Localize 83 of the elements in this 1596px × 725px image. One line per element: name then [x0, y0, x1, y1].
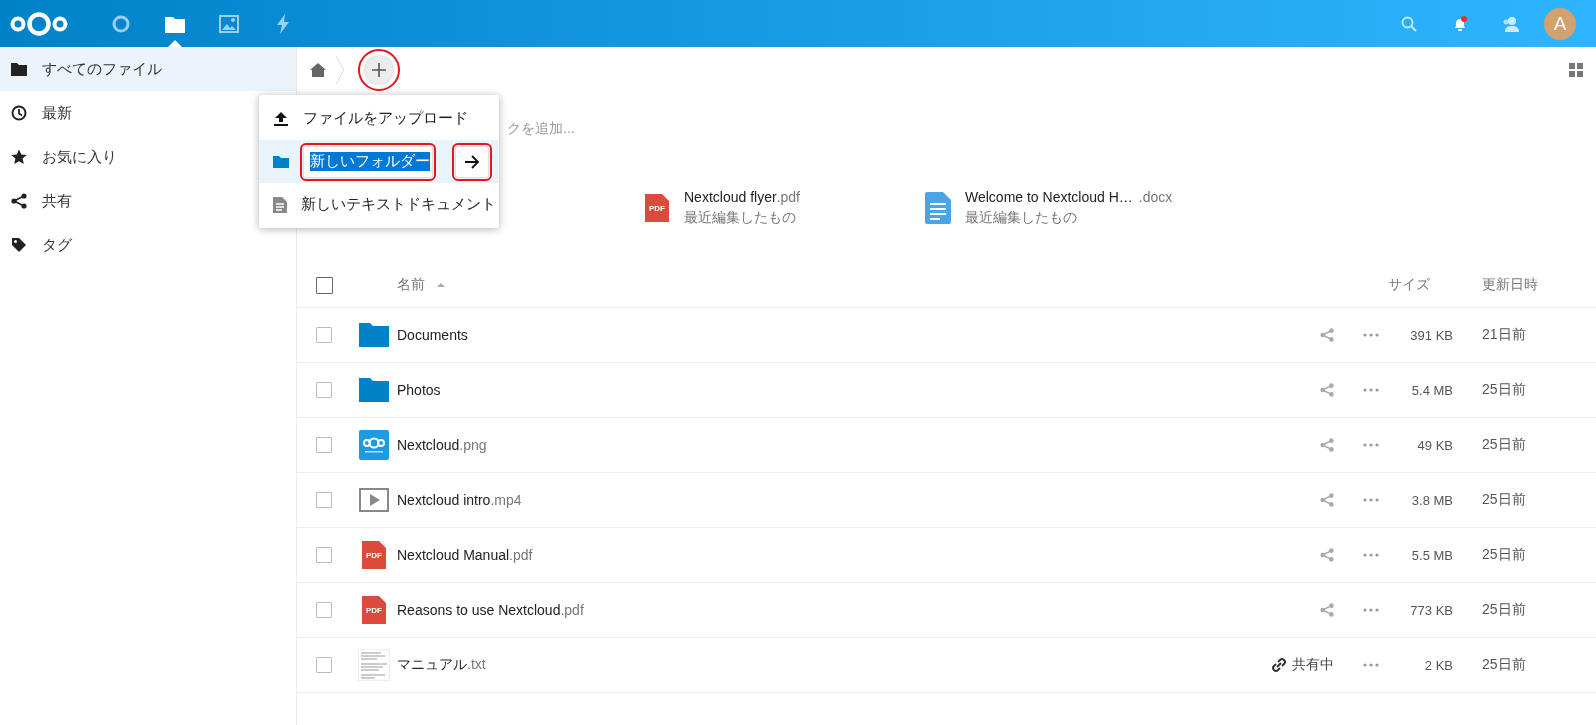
lightning-icon[interactable] — [276, 13, 290, 34]
modified-date: 21日前 — [1482, 326, 1527, 344]
folder-icon — [273, 155, 289, 168]
folder-icon — [359, 323, 389, 347]
search-icon[interactable] — [1400, 15, 1417, 32]
row-checkbox[interactable] — [316, 437, 332, 453]
circle-icon[interactable] — [111, 13, 131, 34]
clock-icon — [11, 105, 27, 121]
chevron-icon — [335, 55, 345, 85]
folder-icon[interactable] — [165, 14, 185, 33]
file-size: 391 KB — [1410, 327, 1454, 343]
modified-date: 25日前 — [1482, 381, 1527, 399]
sidebar-item[interactable]: すべてのファイル — [0, 47, 296, 91]
column-header[interactable]: 名前 — [397, 276, 425, 294]
pdf-file-icon: PDF — [362, 541, 386, 569]
file-name[interactable]: Nextcloud.png — [397, 437, 1257, 453]
grid-view-icon[interactable] — [1569, 63, 1583, 77]
row-checkbox[interactable] — [316, 602, 332, 618]
more-icon[interactable] — [1363, 498, 1379, 502]
file-name[interactable]: Nextcloud intro.mp4 — [397, 492, 1257, 508]
file-name[interactable]: マニュアル.txt — [397, 656, 1257, 674]
more-icon[interactable] — [1363, 663, 1379, 667]
row-checkbox[interactable] — [316, 657, 332, 673]
star-icon — [11, 149, 27, 165]
text-thumbnail-icon — [358, 649, 390, 681]
folder-icon — [359, 378, 389, 402]
image-thumbnail-icon — [359, 430, 389, 460]
file-name[interactable]: Photos — [397, 382, 1257, 398]
pdf-file-icon: PDF — [645, 193, 669, 222]
shared-label[interactable]: 共有中 — [1292, 656, 1334, 674]
logo-icon[interactable] — [10, 9, 68, 38]
row-checkbox[interactable] — [316, 492, 332, 508]
row-checkbox[interactable] — [316, 382, 332, 398]
recent-subtitle: 最近編集したもの — [965, 208, 1078, 227]
modified-date: 25日前 — [1482, 656, 1527, 674]
more-icon[interactable] — [1363, 608, 1379, 612]
file-name[interactable]: Welcome to Nextcloud H… .docx — [965, 188, 1173, 205]
file-size: 5.4 MB — [1411, 382, 1454, 398]
file-name[interactable]: Reasons to use Nextcloud.pdf — [397, 602, 1257, 618]
modified-date: 25日前 — [1482, 491, 1527, 509]
row-checkbox[interactable] — [316, 547, 332, 563]
more-icon[interactable] — [1363, 333, 1379, 337]
home-icon[interactable] — [310, 63, 326, 77]
image-icon[interactable] — [219, 14, 239, 33]
arrow-right-icon — [464, 154, 480, 169]
modified-date: 25日前 — [1482, 601, 1527, 619]
modified-date: 25日前 — [1482, 546, 1527, 564]
share-icon[interactable] — [1320, 548, 1334, 562]
file-size: 5.5 MB — [1411, 547, 1454, 563]
more-icon[interactable] — [1363, 553, 1379, 557]
file-size: 49 KB — [1417, 437, 1454, 453]
modified-date: 25日前 — [1482, 436, 1527, 454]
link-icon[interactable] — [1272, 658, 1286, 672]
folder-icon — [11, 62, 27, 76]
row-checkbox[interactable] — [316, 327, 332, 343]
more-icon[interactable] — [1363, 388, 1379, 392]
select-all-checkbox[interactable] — [315, 276, 333, 294]
pdf-file-icon: PDF — [362, 596, 386, 624]
file-size: 773 KB — [1410, 602, 1454, 618]
share-icon[interactable] — [1320, 328, 1334, 342]
input-field[interactable]: 新しいフォルダー — [303, 145, 433, 178]
file-size: 2 KB — [1424, 657, 1454, 673]
contacts-icon[interactable] — [1501, 15, 1520, 32]
share-icon[interactable] — [1320, 493, 1334, 507]
share-icon — [11, 193, 27, 209]
sidebar-item[interactable]: タグ — [0, 223, 296, 267]
share-icon[interactable] — [1320, 603, 1334, 617]
file-size: 3.8 MB — [1411, 492, 1454, 508]
file-name[interactable]: Nextcloud Manual.pdf — [397, 547, 1257, 563]
more-icon[interactable] — [1363, 443, 1379, 447]
document-icon — [925, 191, 951, 224]
recent-subtitle: 最近編集したもの — [684, 208, 797, 227]
submit-button[interactable] — [455, 145, 489, 178]
share-icon[interactable] — [1320, 438, 1334, 452]
video-icon — [359, 488, 389, 512]
share-icon[interactable] — [1320, 383, 1334, 397]
column-header[interactable]: サイズ — [1388, 276, 1482, 294]
file-name[interactable]: Documents — [397, 327, 1257, 343]
text-file-icon — [273, 196, 287, 213]
file-name[interactable]: Nextcloud flyer.pdf — [684, 188, 800, 205]
column-header[interactable]: 更新日時 — [1482, 276, 1596, 294]
upload-icon — [273, 110, 289, 127]
tag-icon — [11, 237, 27, 253]
